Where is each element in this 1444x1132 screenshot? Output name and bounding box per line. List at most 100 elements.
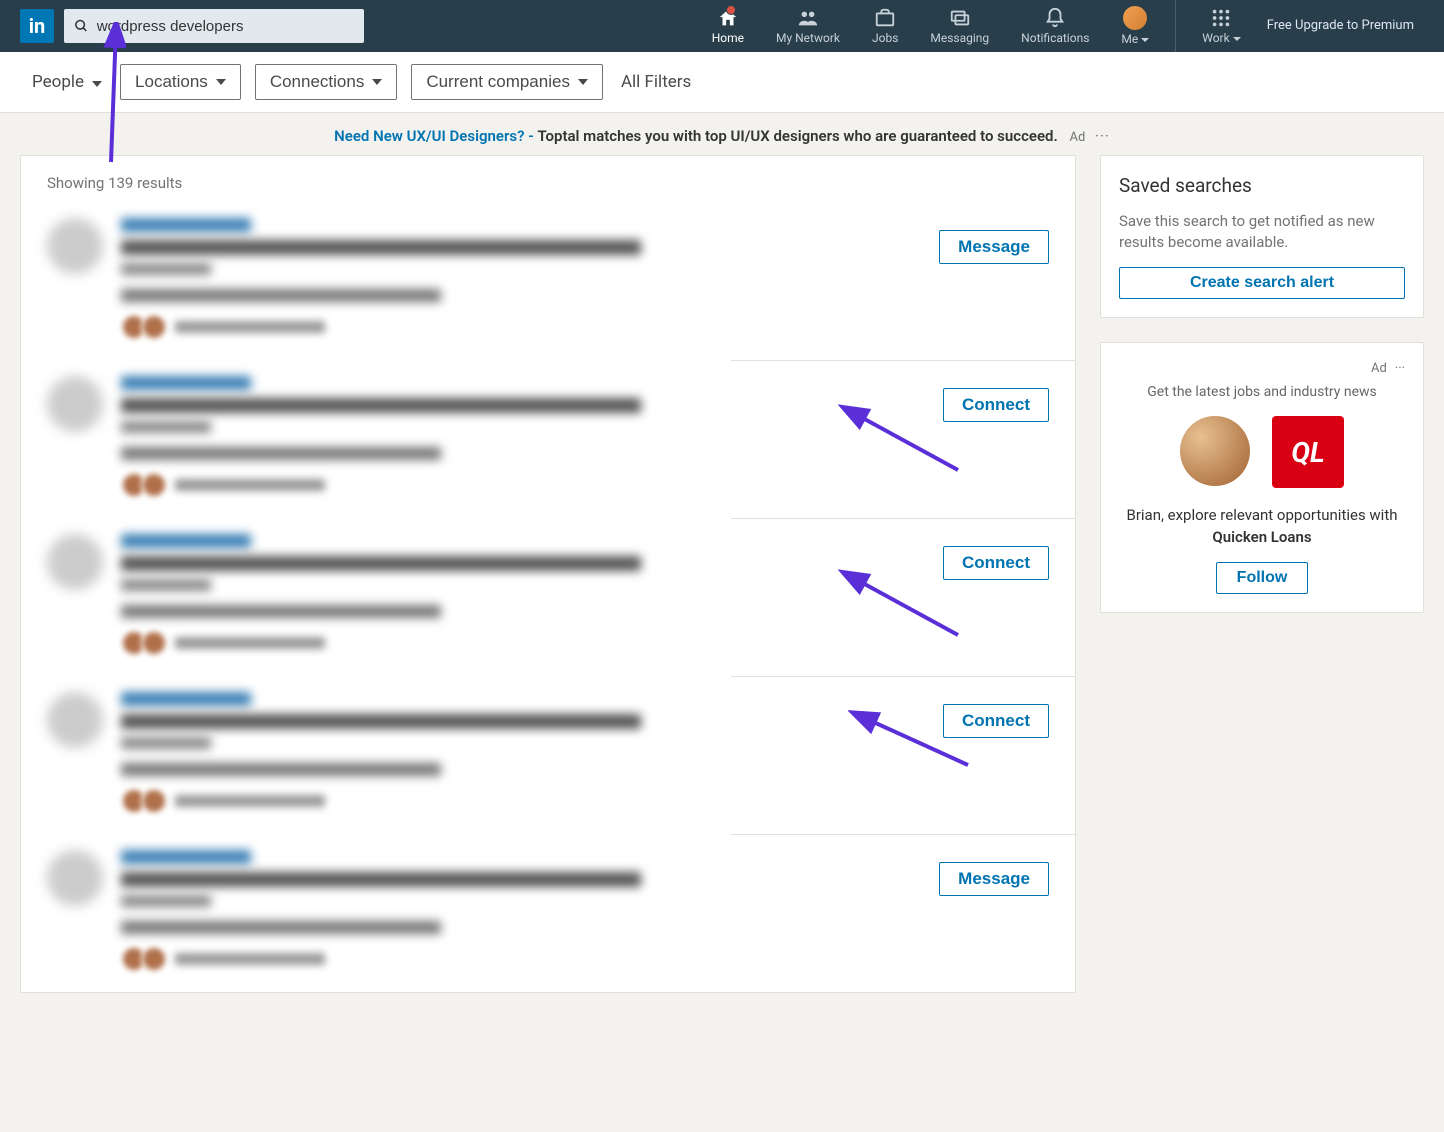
shared-avatar-icon	[141, 630, 167, 656]
profile-headline	[121, 556, 641, 571]
connect-button[interactable]: Connect	[943, 388, 1049, 422]
nav-label: Jobs	[872, 31, 898, 45]
result-body	[121, 218, 939, 340]
results-panel: Showing 139 results Message	[20, 155, 1076, 993]
profile-avatar[interactable]	[47, 850, 103, 906]
linkedin-logo[interactable]: in	[20, 9, 54, 43]
result-item: Connect	[21, 360, 1075, 518]
ad-menu-icon[interactable]: ···	[1395, 361, 1405, 376]
result-action: Message	[939, 850, 1049, 972]
ad-menu-icon[interactable]: ···	[1095, 127, 1110, 145]
filter-locations[interactable]: Locations	[120, 64, 241, 100]
nav-me[interactable]: Me	[1105, 6, 1165, 46]
profile-avatar[interactable]	[47, 692, 103, 748]
shared-avatar-icon	[141, 472, 167, 498]
shared-connections[interactable]	[121, 630, 943, 656]
result-action: Message	[939, 218, 1049, 340]
result-action: Connect	[943, 534, 1049, 656]
nav-separator	[1175, 0, 1176, 52]
result-body	[121, 534, 943, 656]
nav-messaging[interactable]: Messaging	[914, 7, 1005, 45]
chevron-down-icon	[92, 81, 102, 87]
nav-label: Home	[712, 31, 744, 45]
profile-avatar[interactable]	[47, 376, 103, 432]
message-button[interactable]: Message	[939, 230, 1049, 264]
shared-connections[interactable]	[121, 472, 943, 498]
chevron-down-icon	[1233, 37, 1241, 41]
result-action: Connect	[943, 376, 1049, 498]
premium-link[interactable]: Free Upgrade to Premium	[1257, 18, 1424, 35]
saved-searches-title: Saved searches	[1119, 174, 1405, 197]
shared-text	[175, 479, 325, 491]
shared-connections[interactable]	[121, 314, 939, 340]
container: Showing 139 results Message	[0, 155, 1444, 1013]
chevron-down-icon	[578, 79, 588, 85]
apps-icon	[1210, 7, 1232, 29]
profile-avatar[interactable]	[47, 218, 103, 274]
nav-network[interactable]: My Network	[760, 7, 856, 45]
shared-avatar-icon	[141, 788, 167, 814]
profile-headline	[121, 714, 641, 729]
ad-link[interactable]: Need New UX/UI Designers? -	[334, 127, 534, 145]
profile-headline	[121, 240, 641, 255]
saved-searches-card: Saved searches Save this search to get n…	[1100, 155, 1424, 318]
result-body	[121, 692, 943, 814]
sidebar-ad-images: QL	[1119, 416, 1405, 488]
shared-text	[175, 953, 325, 965]
connect-button[interactable]: Connect	[943, 704, 1049, 738]
avatar-icon	[1123, 6, 1147, 30]
nav-label: Messaging	[930, 31, 989, 45]
filter-bar: People Locations Connections Current com…	[0, 52, 1444, 113]
follow-button[interactable]: Follow	[1216, 562, 1309, 594]
nav-label: My Network	[776, 31, 840, 45]
profile-name[interactable]	[121, 218, 251, 232]
filter-connections[interactable]: Connections	[255, 64, 398, 100]
nav-label: Notifications	[1021, 31, 1089, 45]
filter-people[interactable]: People	[28, 66, 106, 98]
message-button[interactable]: Message	[939, 862, 1049, 896]
result-body	[121, 376, 943, 498]
nav-label: Me	[1121, 32, 1149, 46]
nav-label: Work	[1202, 31, 1240, 45]
create-alert-button[interactable]: Create search alert	[1119, 267, 1405, 299]
result-action: Connect	[943, 692, 1049, 814]
filter-companies[interactable]: Current companies	[411, 64, 603, 100]
profile-name[interactable]	[121, 850, 251, 864]
shared-connections[interactable]	[121, 788, 943, 814]
chevron-down-icon	[216, 79, 226, 85]
profile-location	[121, 421, 211, 433]
sidebar-ad-card: Ad ··· Get the latest jobs and industry …	[1100, 342, 1424, 613]
filter-all[interactable]: All Filters	[617, 66, 695, 98]
profile-current	[121, 447, 441, 460]
profile-current	[121, 763, 441, 776]
ad-label: Ad	[1070, 130, 1086, 145]
nav-notifications[interactable]: Notifications	[1005, 7, 1105, 45]
profile-name[interactable]	[121, 534, 251, 548]
sidebar-ad-text: Brian, explore relevant opportunities wi…	[1119, 506, 1405, 524]
search-input[interactable]	[97, 18, 354, 35]
shared-text	[175, 321, 325, 333]
connect-button[interactable]: Connect	[943, 546, 1049, 580]
result-item: Message	[21, 202, 1075, 360]
result-item: Message	[21, 834, 1075, 992]
result-item: Connect	[21, 676, 1075, 834]
global-header: in Home My Network Jobs Messaging Notifi…	[0, 0, 1444, 52]
nav-home[interactable]: Home	[696, 7, 760, 45]
sidebar: Saved searches Save this search to get n…	[1100, 155, 1424, 993]
shared-avatar-icon	[141, 314, 167, 340]
nav-jobs[interactable]: Jobs	[856, 7, 914, 45]
profile-name[interactable]	[121, 692, 251, 706]
profile-current	[121, 605, 441, 618]
profile-avatar[interactable]	[47, 534, 103, 590]
profile-location	[121, 895, 211, 907]
shared-connections[interactable]	[121, 946, 939, 972]
ad-banner: Need New UX/UI Designers? - Toptal match…	[0, 113, 1444, 155]
profile-location	[121, 263, 211, 275]
results-list: Message Connect	[21, 202, 1075, 992]
nav-items: Home My Network Jobs Messaging Notificat…	[696, 0, 1424, 52]
search-box[interactable]	[64, 9, 364, 43]
nav-work[interactable]: Work	[1186, 7, 1256, 45]
sidebar-ad-header: Ad ···	[1119, 361, 1405, 376]
profile-name[interactable]	[121, 376, 251, 390]
profile-headline	[121, 398, 641, 413]
